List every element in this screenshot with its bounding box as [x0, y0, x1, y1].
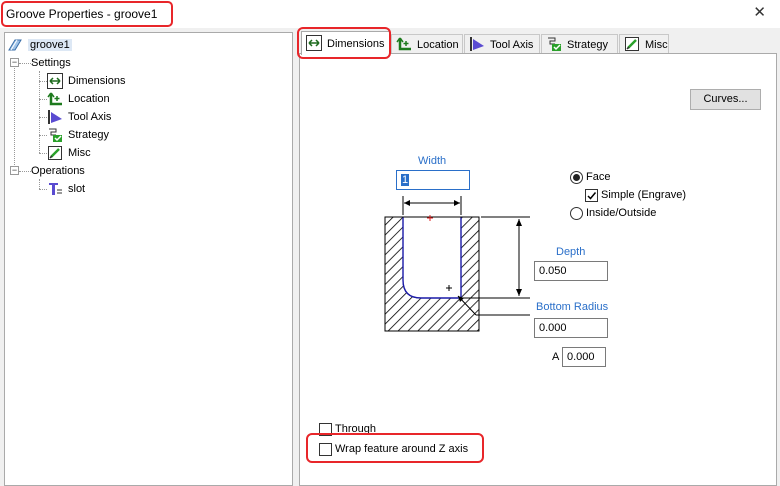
depth-label: Depth — [556, 246, 586, 258]
bottom-radius-input[interactable]: 0.000 — [534, 318, 608, 338]
close-icon[interactable]: ✕ — [753, 3, 766, 21]
width-input[interactable]: 1 — [396, 170, 470, 190]
tree-item-misc[interactable]: Misc — [47, 145, 91, 161]
bottom-radius-label: Bottom Radius — [536, 301, 609, 313]
tree-item-dimensions[interactable]: Dimensions — [47, 73, 125, 89]
misc-icon — [47, 145, 63, 161]
simple-engrave-checkbox[interactable] — [585, 189, 598, 202]
tab-tool-axis[interactable]: Tool Axis — [464, 34, 540, 54]
tab-misc[interactable]: Misc — [619, 34, 669, 54]
dimensions-tab-highlight — [297, 27, 391, 59]
location-icon — [47, 91, 63, 107]
tree-item-tool-axis[interactable]: Tool Axis — [47, 109, 111, 125]
tool-axis-icon — [47, 109, 63, 125]
angle-input[interactable]: 0.000 — [562, 347, 606, 367]
feature-tree: groove1 − Settings Dimensions Location T… — [4, 32, 293, 486]
dimensions-icon — [47, 73, 63, 89]
location-icon — [396, 36, 412, 52]
tab-strategy[interactable]: Strategy — [541, 34, 618, 54]
misc-icon — [624, 36, 640, 52]
operations-collapse-icon[interactable]: − — [10, 166, 19, 175]
strategy-icon — [47, 127, 63, 143]
tree-settings[interactable]: Settings — [31, 55, 71, 71]
tool-axis-icon — [469, 36, 485, 52]
tree-item-slot[interactable]: slot — [47, 181, 85, 197]
wrap-option-highlight — [306, 433, 484, 463]
curves-button[interactable]: Curves... — [690, 89, 761, 110]
depth-input[interactable]: 0.050 — [534, 261, 608, 281]
settings-collapse-icon[interactable]: − — [10, 58, 19, 67]
tree-operations[interactable]: Operations — [31, 163, 85, 179]
tree-item-location[interactable]: Location — [47, 91, 110, 107]
tab-location[interactable]: Location — [391, 34, 463, 54]
face-label[interactable]: Face — [586, 171, 610, 183]
simple-engrave-label[interactable]: Simple (Engrave) — [601, 189, 686, 201]
strategy-icon — [546, 36, 562, 52]
title-highlight — [1, 1, 173, 27]
tree-root[interactable]: groove1 — [7, 37, 72, 53]
title-bar: Groove Properties - groove1 ✕ — [0, 0, 780, 28]
width-label: Width — [418, 155, 447, 167]
groove-feature-icon — [7, 37, 23, 53]
groove-diagram — [384, 196, 530, 332]
inside-outside-label[interactable]: Inside/Outside — [586, 207, 656, 219]
inside-outside-radio[interactable] — [570, 207, 583, 220]
face-radio[interactable] — [570, 171, 583, 184]
tree-item-strategy[interactable]: Strategy — [47, 127, 109, 143]
angle-label: A — [552, 351, 560, 363]
slot-tool-icon — [47, 181, 63, 197]
